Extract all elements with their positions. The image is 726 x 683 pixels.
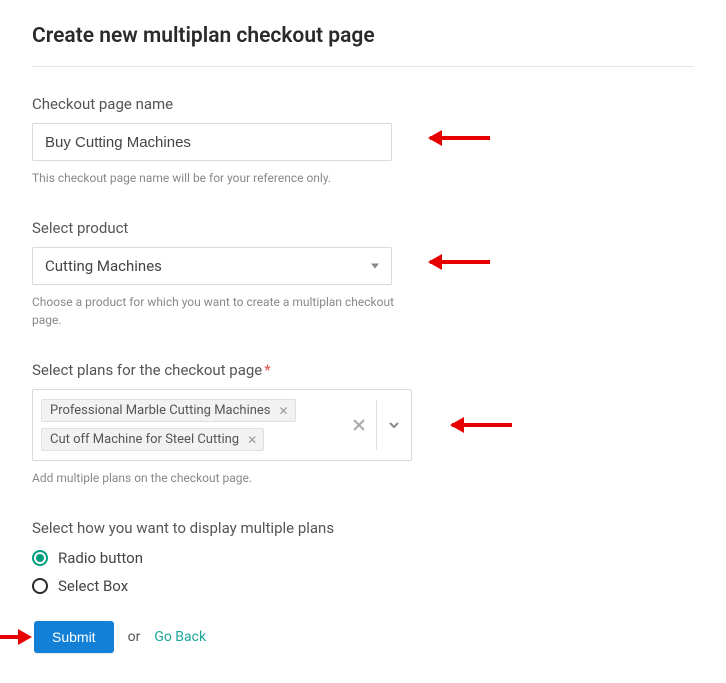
required-asterisk: *	[264, 361, 270, 379]
display-type-label: Select how you want to display multiple …	[32, 519, 694, 537]
field-select-plans: Select plans for the checkout page* Prof…	[32, 361, 694, 487]
multiselect-controls	[342, 390, 411, 460]
radio-label: Radio button	[58, 549, 143, 567]
annotation-arrow-icon	[430, 255, 500, 269]
select-product-value: Cutting Machines	[45, 257, 162, 275]
annotation-arrow-icon	[430, 131, 500, 145]
annotation-arrow-icon	[0, 630, 30, 644]
clear-all-icon[interactable]	[342, 390, 376, 460]
select-product-help: Choose a product for which you want to c…	[32, 293, 412, 329]
field-checkout-name: Checkout page name This checkout page na…	[32, 95, 694, 187]
radio-option-select-box[interactable]: Select Box	[32, 577, 694, 595]
field-select-product: Select product Cutting Machines Choose a…	[32, 219, 694, 329]
plan-tag-label: Professional Marble Cutting Machines	[50, 403, 271, 418]
chevron-down-icon	[371, 264, 379, 269]
select-product-label: Select product	[32, 219, 694, 237]
checkout-name-help: This checkout page name will be for your…	[32, 169, 412, 187]
select-plans-help: Add multiple plans on the checkout page.	[32, 469, 412, 487]
page-title: Create new multiplan checkout page	[32, 24, 694, 48]
remove-tag-icon[interactable]: ✕	[279, 405, 289, 417]
remove-tag-icon[interactable]: ✕	[247, 434, 257, 446]
chevron-down-icon[interactable]	[377, 390, 411, 460]
radio-icon	[32, 578, 48, 594]
plan-tag: Cut off Machine for Steel Cutting ✕	[41, 428, 264, 451]
display-radio-group: Radio button Select Box	[32, 549, 694, 595]
title-divider	[32, 66, 694, 67]
go-back-link[interactable]: Go Back	[154, 629, 206, 645]
submit-button[interactable]: Submit	[34, 621, 114, 653]
radio-icon	[32, 550, 48, 566]
annotation-arrow-icon	[452, 418, 522, 432]
field-display-type: Select how you want to display multiple …	[32, 519, 694, 595]
checkout-name-label: Checkout page name	[32, 95, 694, 113]
select-plans-multiselect[interactable]: Professional Marble Cutting Machines ✕ C…	[32, 389, 412, 461]
select-plans-label: Select plans for the checkout page*	[32, 361, 694, 379]
checkout-name-input[interactable]	[32, 123, 392, 161]
select-product-dropdown[interactable]: Cutting Machines	[32, 247, 392, 285]
plan-tag-label: Cut off Machine for Steel Cutting	[50, 432, 239, 447]
form-actions: Submit or Go Back	[32, 621, 694, 653]
or-text: or	[128, 629, 141, 645]
radio-label: Select Box	[58, 577, 128, 595]
plan-tag: Professional Marble Cutting Machines ✕	[41, 399, 296, 422]
radio-option-radio-button[interactable]: Radio button	[32, 549, 694, 567]
